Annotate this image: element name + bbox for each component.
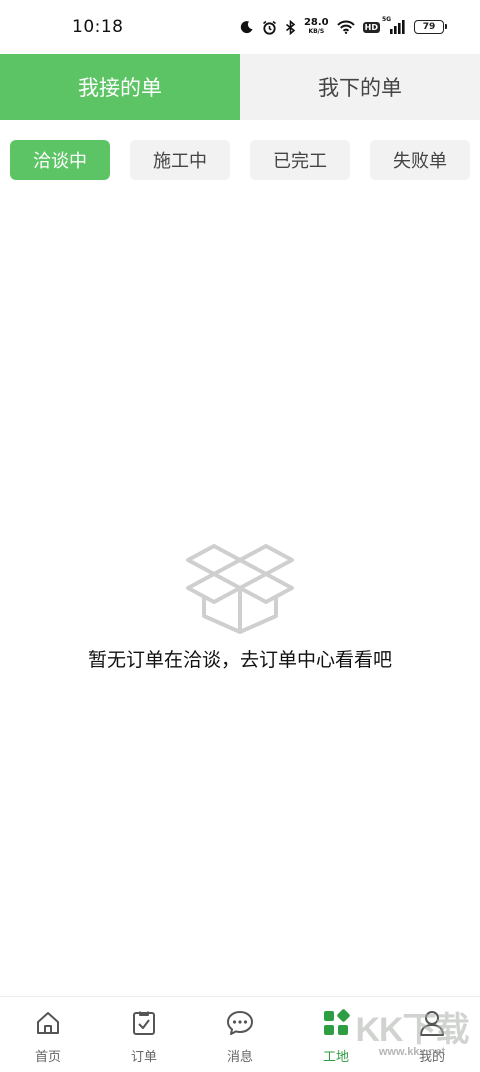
nav-profile-label: 我的: [418, 1050, 445, 1065]
nav-home[interactable]: 首页: [0, 997, 96, 1072]
tab-placed-orders[interactable]: 我下的单: [240, 54, 480, 120]
network-speed-value: 28.0: [303, 17, 329, 28]
network-speed-unit: KB/S: [308, 28, 325, 35]
empty-state-message: 暂无订单在洽谈，去订单中心看看吧: [87, 649, 392, 671]
alarm-icon: [262, 20, 277, 35]
signal-label: 5G: [382, 16, 392, 23]
nav-home-label: 首页: [34, 1050, 61, 1065]
signal-icon: 5G: [382, 16, 406, 34]
filter-negotiating[interactable]: 洽谈中: [10, 140, 110, 180]
nav-profile[interactable]: 我的: [384, 997, 480, 1072]
status-icons: 28.0 KB/S HD 5G 79: [240, 16, 447, 36]
screen: 10:18 28.0 KB/S HD 5G 79 我接的单 我下的单 洽谈中 施…: [0, 0, 480, 1072]
nav-orders[interactable]: 订单: [96, 997, 192, 1072]
bluetooth-icon: [285, 19, 296, 35]
filter-completed[interactable]: 已完工: [250, 140, 350, 180]
nav-messages-label: 消息: [226, 1050, 253, 1065]
filter-failed[interactable]: 失败单: [370, 140, 470, 180]
bottom-nav: 首页 订单 消息 工地 我的: [0, 996, 480, 1072]
grid-blocks-icon: [322, 1009, 350, 1041]
chat-bubble-icon: [226, 1009, 254, 1041]
filter-tabs: 洽谈中 施工中 已完工 失败单: [10, 140, 470, 180]
moon-icon: [240, 20, 254, 34]
nav-worksite-label: 工地: [322, 1050, 349, 1065]
nav-messages[interactable]: 消息: [192, 997, 288, 1072]
user-icon: [418, 1009, 446, 1041]
filter-in-construction[interactable]: 施工中: [130, 140, 230, 180]
tab-received-orders[interactable]: 我接的单: [0, 54, 240, 120]
home-icon: [34, 1009, 62, 1041]
status-time: 10:18: [72, 17, 124, 37]
clipboard-check-icon: [130, 1009, 158, 1041]
status-bar: 10:18 28.0 KB/S HD 5G 79: [0, 0, 480, 54]
nav-worksite[interactable]: 工地: [288, 997, 384, 1072]
empty-box-icon: [184, 540, 296, 636]
hd-badge: HD: [362, 21, 380, 33]
wifi-icon: [336, 20, 355, 34]
nav-orders-label: 订单: [130, 1050, 157, 1065]
main-tabs: 我接的单 我下的单: [0, 54, 480, 120]
battery-level: 79: [422, 22, 436, 32]
battery-indicator: 79: [414, 20, 447, 34]
network-speed: 28.0 KB/S: [304, 18, 329, 36]
